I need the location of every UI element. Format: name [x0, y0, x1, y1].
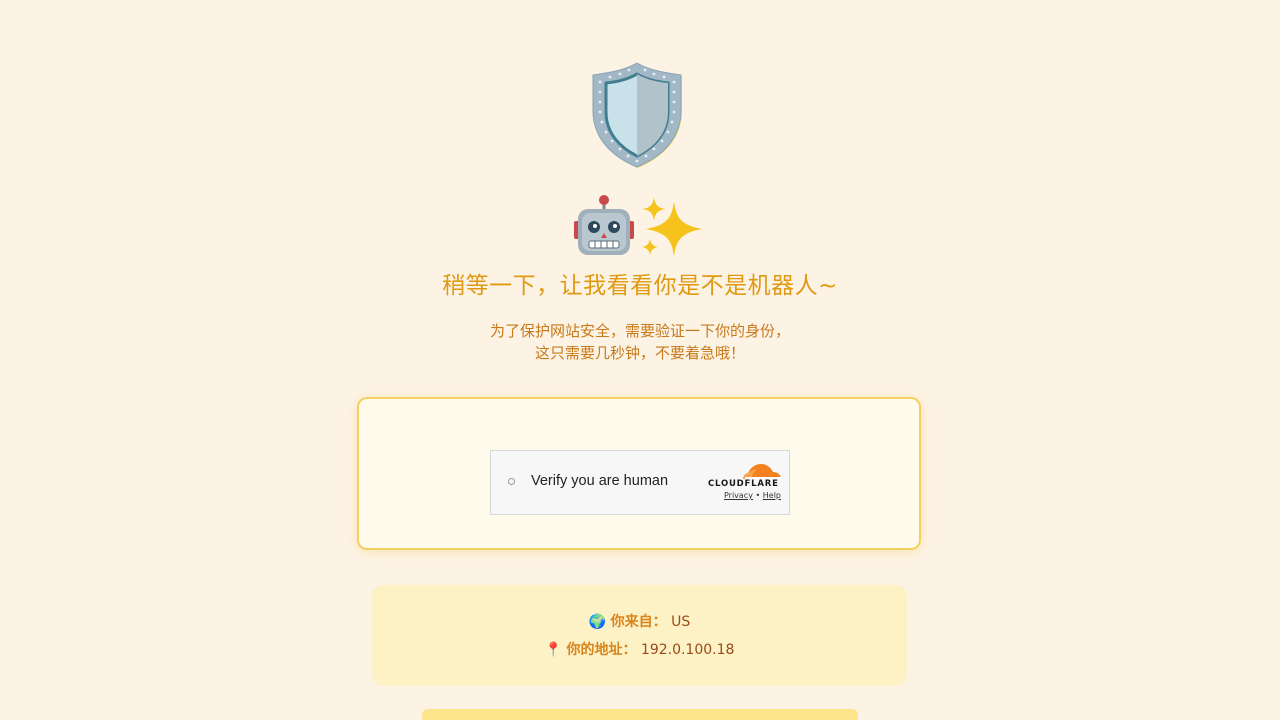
shield-icon	[590, 60, 686, 172]
subtitle-line-2: 这只需要几秒钟，不要着急哦！	[534, 344, 745, 362]
privacy-link[interactable]: Privacy	[724, 491, 753, 500]
captcha-widget[interactable]: Verify you are human CLOUDFLARE Privacy …	[490, 450, 790, 515]
captcha-label[interactable]: Verify you are human	[531, 473, 668, 489]
robot-sparkle-icon	[570, 193, 710, 263]
page-title: 稍等一下，让我看看你是不是机器人~	[442, 273, 838, 299]
footer-banner	[422, 709, 858, 720]
link-separator: •	[755, 491, 761, 500]
country-label: 你来自：	[610, 614, 667, 630]
address-row: 📍 你的地址： 192.0.100.18	[372, 639, 907, 659]
country-value: US	[671, 614, 691, 630]
page-subtitle: 为了保护网站安全，需要验证一下你的身份， 这只需要几秒钟，不要着急哦！	[0, 320, 1280, 364]
country-row: 🌍 你来自： US	[372, 611, 907, 631]
visitor-info-panel: 🌍 你来自： US 📍 你的地址： 192.0.100.18	[372, 585, 907, 686]
help-link[interactable]: Help	[763, 491, 781, 500]
address-value: 192.0.100.18	[640, 642, 735, 658]
captcha-checkbox[interactable]	[508, 478, 515, 485]
challenge-page: 稍等一下，让我看看你是不是机器人~ 为了保护网站安全，需要验证一下你的身份， 这…	[0, 0, 1280, 720]
cloudflare-logo-text: CLOUDFLARE	[708, 479, 779, 489]
captcha-links: Privacy • Help	[724, 491, 781, 500]
address-label: 你的地址：	[566, 642, 637, 658]
globe-icon: 🌍	[588, 614, 607, 630]
subtitle-line-1: 为了保护网站安全，需要验证一下你的身份，	[489, 322, 790, 340]
pin-icon: 📍	[544, 642, 562, 658]
